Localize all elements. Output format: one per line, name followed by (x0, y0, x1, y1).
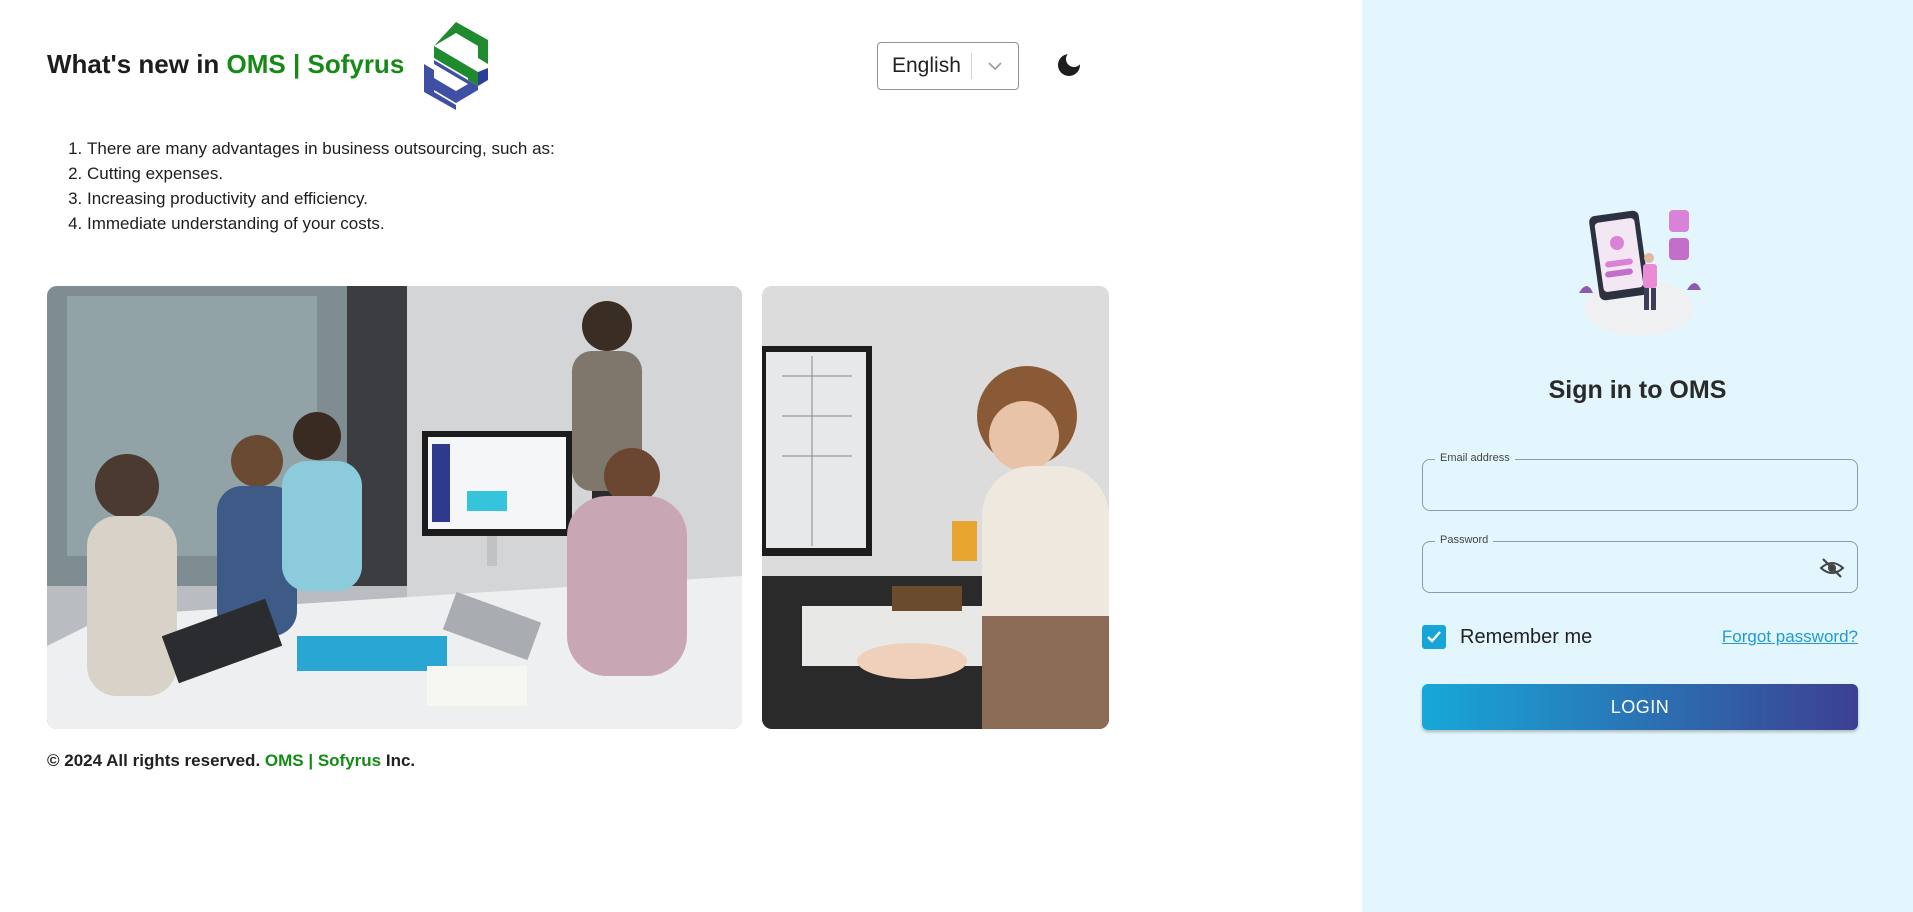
features-list: There are many advantages in business ou… (87, 136, 555, 236)
title-prefix: What's new in (47, 49, 227, 79)
password-input[interactable] (1423, 542, 1857, 592)
footer-suffix: Inc. (381, 751, 416, 770)
signin-title: Sign in to OMS (1548, 376, 1727, 404)
page-title: What's new in OMS | Sofyrus (47, 49, 404, 80)
signin-illustration (1579, 210, 1701, 336)
moon-icon[interactable] (1054, 50, 1084, 80)
footer-copyright: © 2024 All rights reserved. OMS | Sofyru… (47, 751, 415, 771)
chevron-down-icon (972, 61, 1018, 71)
list-item: Immediate understanding of your costs. (87, 211, 555, 236)
language-select[interactable]: English (877, 42, 1019, 90)
remember-me-checkbox[interactable]: Remember me (1422, 625, 1592, 649)
footer-brand: OMS | Sofyrus (264, 751, 382, 770)
signin-panel: Sign in to OMS Email address Password Re… (1362, 0, 1913, 912)
woman-writing-photo (762, 286, 1109, 729)
checkbox-checked-icon[interactable] (1422, 625, 1446, 649)
email-input[interactable] (1423, 460, 1857, 510)
sofyrus-logo (424, 22, 488, 110)
email-field[interactable]: Email address (1422, 452, 1858, 511)
info-panel: What's new in OMS | Sofyrus English Ther… (0, 0, 1362, 912)
title-brand: OMS | Sofyrus (226, 49, 405, 79)
footer-prefix: © 2024 All rights reserved. (47, 751, 265, 770)
forgot-password-link[interactable]: Forgot password? (1722, 627, 1858, 647)
eye-off-icon[interactable] (1819, 556, 1845, 580)
team-meeting-photo (47, 286, 742, 729)
list-item: Increasing productivity and efficiency. (87, 186, 555, 211)
language-select-value: English (892, 54, 961, 77)
password-field[interactable]: Password (1422, 534, 1858, 593)
list-item: There are many advantages in business ou… (87, 136, 555, 161)
login-button[interactable]: LOGIN (1422, 684, 1858, 730)
remember-me-label: Remember me (1460, 625, 1593, 648)
list-item: Cutting expenses. (87, 161, 555, 186)
